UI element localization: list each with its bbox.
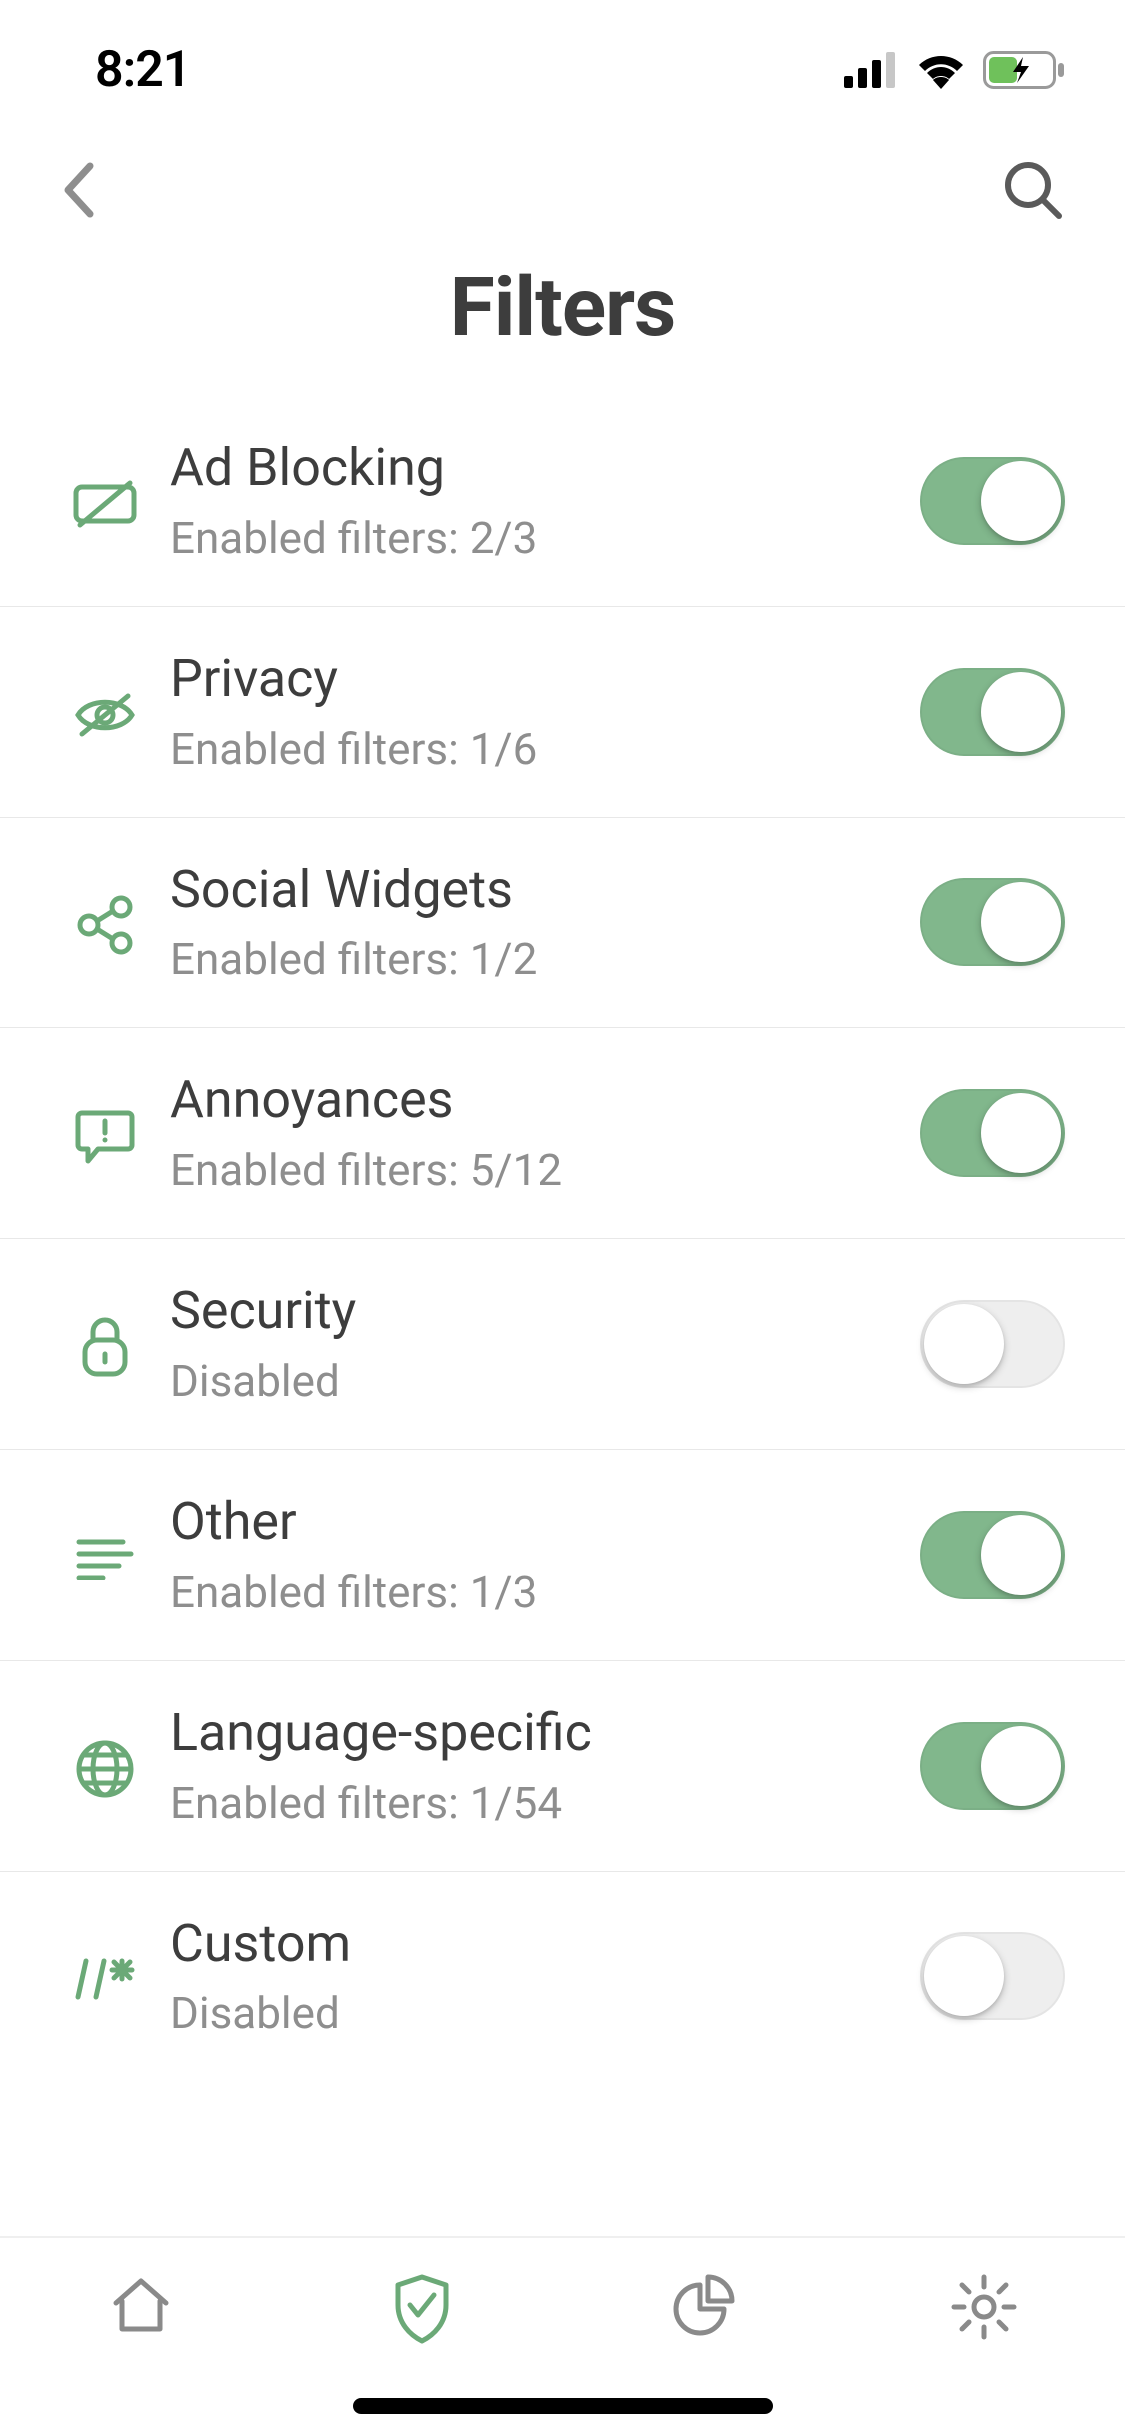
row-sub: Enabled filters: 5/12 (170, 1144, 920, 1196)
status-time: 8:21 (95, 41, 190, 99)
row-security[interactable]: Security Disabled (0, 1239, 1125, 1450)
row-sub: Disabled (170, 1987, 920, 2039)
status-indicators (844, 51, 1065, 89)
filter-list: Ad Blocking Enabled filters: 2/3 Privacy… (0, 396, 1125, 2236)
toggle-ad-blocking[interactable] (920, 457, 1065, 545)
lines-icon (75, 1536, 135, 1580)
toggle-social[interactable] (920, 878, 1065, 966)
row-title: Privacy (170, 649, 920, 709)
code-icon (74, 1957, 136, 2001)
row-language[interactable]: Language-specific Enabled filters: 1/54 (0, 1661, 1125, 1872)
page-title: Filters (0, 260, 1125, 356)
wifi-icon (915, 51, 967, 89)
toggle-custom[interactable] (920, 1932, 1065, 2020)
lock-icon (79, 1316, 131, 1378)
gear-icon (950, 2273, 1018, 2341)
row-sub: Enabled filters: 1/2 (170, 933, 920, 985)
row-sub: Disabled (170, 1355, 920, 1407)
pie-icon (670, 2273, 736, 2339)
toggle-language[interactable] (920, 1722, 1065, 1810)
row-other[interactable]: Other Enabled filters: 1/3 (0, 1450, 1125, 1661)
globe-icon (75, 1739, 135, 1799)
home-icon (108, 2273, 174, 2339)
row-title: Security (170, 1281, 920, 1341)
ad-block-icon (72, 479, 138, 529)
cellular-icon (844, 52, 899, 88)
search-button[interactable] (1001, 158, 1065, 222)
row-sub: Enabled filters: 2/3 (170, 512, 920, 564)
share-icon (75, 895, 135, 955)
tab-protection[interactable] (281, 2273, 562, 2345)
home-indicator (353, 2398, 773, 2414)
row-title: Other (170, 1492, 920, 1552)
search-icon (1001, 158, 1065, 222)
row-title: Annoyances (170, 1070, 920, 1130)
row-title: Language-specific (170, 1703, 920, 1763)
row-sub: Enabled filters: 1/3 (170, 1566, 920, 1618)
chevron-left-icon (60, 160, 96, 220)
row-title: Ad Blocking (170, 438, 920, 498)
back-button[interactable] (60, 160, 96, 220)
row-title: Social Widgets (170, 860, 920, 920)
toggle-annoyances[interactable] (920, 1089, 1065, 1177)
row-privacy[interactable]: Privacy Enabled filters: 1/6 (0, 607, 1125, 818)
row-title: Custom (170, 1914, 920, 1974)
tab-settings[interactable] (844, 2273, 1125, 2341)
toggle-security[interactable] (920, 1300, 1065, 1388)
row-custom[interactable]: Custom Disabled (0, 1872, 1125, 2082)
status-bar: 8:21 (0, 0, 1125, 120)
chat-alert-icon (74, 1107, 136, 1165)
row-ad-blocking[interactable]: Ad Blocking Enabled filters: 2/3 (0, 396, 1125, 607)
tab-stats[interactable] (563, 2273, 844, 2339)
row-sub: Enabled filters: 1/54 (170, 1777, 920, 1829)
toggle-other[interactable] (920, 1511, 1065, 1599)
battery-icon (983, 51, 1065, 89)
toggle-privacy[interactable] (920, 668, 1065, 756)
row-sub: Enabled filters: 1/6 (170, 723, 920, 775)
nav-bar (0, 120, 1125, 260)
row-annoyances[interactable]: Annoyances Enabled filters: 5/12 (0, 1028, 1125, 1239)
eye-off-icon (72, 690, 138, 740)
row-social[interactable]: Social Widgets Enabled filters: 1/2 (0, 818, 1125, 1029)
tab-home[interactable] (0, 2273, 281, 2339)
shield-check-icon (390, 2273, 454, 2345)
